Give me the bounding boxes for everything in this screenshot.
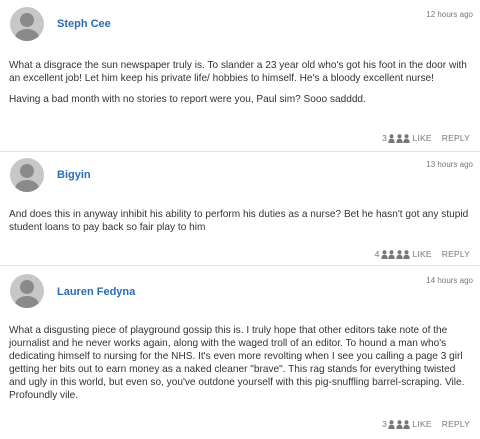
comment-1: Steph Cee 12 hours ago What a disgrace t… bbox=[0, 0, 480, 150]
comment-author[interactable]: Lauren Fedyna bbox=[57, 286, 135, 298]
comment-body: What a disgrace the sun newspaper truly … bbox=[9, 59, 471, 114]
person-icon bbox=[388, 133, 395, 143]
comment-body: What a disgusting piece of playground go… bbox=[9, 324, 471, 410]
like-count: 3 bbox=[382, 419, 388, 429]
avatar[interactable] bbox=[10, 274, 44, 308]
like-count: 3 bbox=[382, 133, 388, 143]
like-button[interactable]: LIKE bbox=[413, 133, 432, 143]
user-silhouette-icon bbox=[15, 164, 39, 192]
user-silhouette-icon bbox=[15, 13, 39, 41]
liker-icons bbox=[380, 249, 411, 259]
comment-2: Bigyin 13 hours ago And does this in any… bbox=[0, 152, 480, 264]
user-silhouette-icon bbox=[15, 280, 39, 308]
avatar[interactable] bbox=[10, 7, 44, 41]
comment-paragraph: Having a bad month with no stories to re… bbox=[9, 94, 366, 105]
reply-button[interactable]: REPLY bbox=[442, 419, 470, 429]
comment-author[interactable]: Bigyin bbox=[57, 169, 91, 181]
comment-paragraph: What a disgrace the sun newspaper truly … bbox=[9, 60, 467, 84]
like-button[interactable]: LIKE bbox=[413, 419, 432, 429]
person-icon bbox=[395, 133, 403, 143]
person-icon bbox=[388, 419, 395, 429]
comment-actions: 3 LIKE REPLY bbox=[382, 418, 470, 430]
liker-icons bbox=[388, 419, 411, 429]
person-icon bbox=[380, 249, 388, 259]
comment-paragraph: And does this in anyway inhibit his abil… bbox=[9, 209, 469, 233]
reply-button[interactable]: REPLY bbox=[442, 249, 470, 259]
comment-timestamp: 12 hours ago bbox=[426, 10, 473, 19]
person-icon bbox=[388, 249, 395, 259]
comment-timestamp: 14 hours ago bbox=[426, 276, 473, 285]
reply-button[interactable]: REPLY bbox=[442, 133, 470, 143]
person-icon bbox=[395, 249, 403, 259]
liker-icons bbox=[388, 133, 411, 143]
comment-actions: 4 LIKE REPLY bbox=[375, 248, 470, 260]
comment-timestamp: 13 hours ago bbox=[426, 160, 473, 169]
person-icon bbox=[395, 419, 403, 429]
comment-actions: 3 LIKE REPLY bbox=[382, 132, 470, 144]
person-icon bbox=[403, 419, 410, 429]
avatar[interactable] bbox=[10, 158, 44, 192]
comment-body: And does this in anyway inhibit his abil… bbox=[9, 208, 471, 242]
person-icon bbox=[403, 249, 410, 259]
comment-paragraph: What a disgusting piece of playground go… bbox=[9, 325, 465, 401]
comment-author[interactable]: Steph Cee bbox=[57, 18, 111, 30]
like-count: 4 bbox=[374, 249, 380, 259]
person-icon bbox=[403, 133, 410, 143]
like-button[interactable]: LIKE bbox=[413, 249, 432, 259]
comment-3: Lauren Fedyna 14 hours ago What a disgus… bbox=[0, 266, 480, 439]
